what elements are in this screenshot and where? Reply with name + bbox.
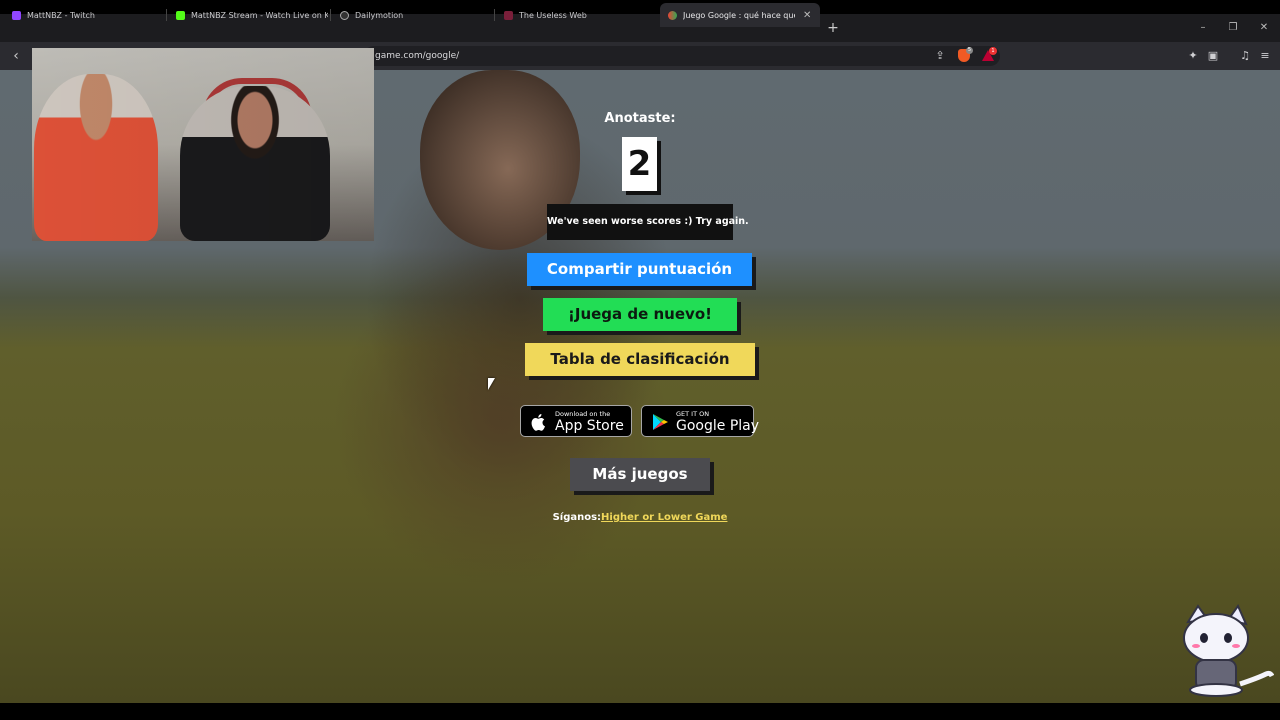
share-icon[interactable]: ⇪ <box>932 48 948 64</box>
app-store-small-text: Download on the <box>555 410 611 418</box>
tab-label: MattNBZ Stream - Watch Live on Kick <box>191 10 328 20</box>
twitch-icon <box>12 10 21 20</box>
url-text: game.com/google/ <box>375 51 460 61</box>
webcam-overlay <box>32 48 374 241</box>
kick-icon <box>176 10 185 20</box>
apple-icon <box>531 414 545 431</box>
cat-mascot-icon <box>1183 604 1274 697</box>
score-message: We've seen worse scores :) Try again. <box>547 204 749 240</box>
google-play-icon <box>653 414 668 430</box>
tab-separator <box>330 9 331 21</box>
dailymotion-icon <box>340 10 349 20</box>
app-store-big-text: App Store <box>555 418 624 434</box>
close-window-button[interactable]: ✕ <box>1254 18 1274 38</box>
google-play-small-text: GET IT ON <box>676 410 710 418</box>
tab-label: MattNBZ - Twitch <box>27 10 95 20</box>
shields-count-badge: 5 <box>966 47 973 54</box>
tab-google-game[interactable]: Juego Google : qué hace que Google ✕ <box>660 3 820 27</box>
tab-separator <box>166 9 167 21</box>
tab-twitch[interactable]: MattNBZ - Twitch <box>4 3 164 27</box>
media-icon[interactable]: ♫ <box>1237 48 1253 64</box>
play-again-button[interactable]: ¡Juega de nuevo! <box>543 298 737 331</box>
google-game-icon <box>668 10 677 20</box>
more-games-button[interactable]: Más juegos <box>570 458 710 491</box>
url-field[interactable] <box>364 46 1000 66</box>
useless-web-icon <box>504 10 513 20</box>
wallet-icon[interactable]: ▣ <box>1205 48 1221 64</box>
bottom-letterbox <box>0 703 1280 720</box>
score-value: 2 <box>627 144 652 184</box>
extensions-icon[interactable]: ✦ <box>1185 48 1201 64</box>
follow-us: Síganos:Higher or Lower Game <box>540 511 740 525</box>
google-play-badge[interactable]: GET IT ON Google Play <box>641 405 759 437</box>
tab-label: Juego Google : qué hace que Google <box>683 10 795 20</box>
close-tab-icon[interactable]: ✕ <box>803 10 811 21</box>
new-tab-button[interactable]: + <box>826 18 840 38</box>
app-store-badge[interactable]: Download on the App Store <box>520 405 632 437</box>
menu-icon[interactable]: ≡ <box>1257 48 1273 64</box>
tab-useless-web[interactable]: The Useless Web <box>496 3 656 27</box>
minimize-button[interactable]: – <box>1193 18 1213 38</box>
follow-link[interactable]: Higher or Lower Game <box>601 512 727 523</box>
back-button[interactable]: ‹ <box>8 46 24 66</box>
share-score-button[interactable]: Compartir puntuación <box>527 253 752 286</box>
google-play-big-text: Google Play <box>676 418 760 434</box>
mouse-cursor-icon <box>488 378 495 390</box>
rewards-count-badge: 1 <box>989 47 997 55</box>
tab-separator <box>494 9 495 21</box>
restore-button[interactable]: ❐ <box>1223 18 1243 38</box>
tab-label: The Useless Web <box>519 10 587 20</box>
follow-label: Síganos: <box>552 512 602 523</box>
score-box: 2 <box>622 137 657 191</box>
tab-dailymotion[interactable]: Dailymotion <box>332 3 492 27</box>
tab-kick[interactable]: MattNBZ Stream - Watch Live on Kick <box>168 3 328 27</box>
score-label: Anotaste: <box>604 111 676 126</box>
tab-label: Dailymotion <box>355 10 404 20</box>
webcam-shade <box>32 48 374 241</box>
leaderboard-button[interactable]: Tabla de clasificación <box>525 343 755 376</box>
